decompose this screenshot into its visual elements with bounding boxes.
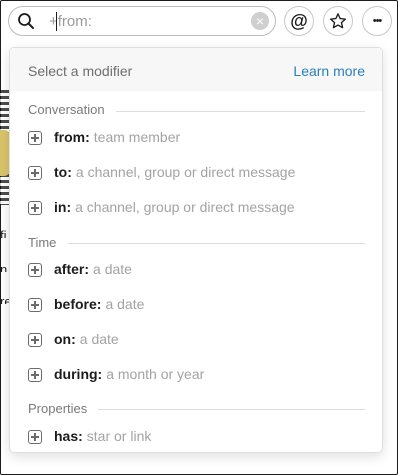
text-cursor — [56, 12, 57, 31]
modifier-hint: team member — [93, 129, 181, 145]
modifier-hint: a channel, group or direct message — [75, 164, 296, 180]
modifier-hint: a date — [79, 331, 119, 347]
modifier-row-has[interactable]: has: star or link — [28, 428, 368, 448]
modifier-key: to: — [54, 164, 72, 180]
starred-items-button[interactable] — [323, 6, 353, 36]
dropdown-title: Select a modifier — [28, 63, 133, 79]
modifier-key: after: — [54, 261, 90, 277]
section-divider — [68, 243, 365, 244]
modifier-key: has: — [54, 428, 83, 444]
plus-square-icon — [28, 263, 42, 277]
section-heading-conversation: Conversation — [28, 102, 105, 117]
modifier-key: on: — [54, 331, 76, 347]
section-heading-time: Time — [28, 235, 57, 250]
modifier-row-from[interactable]: from: team member — [28, 129, 368, 149]
plus-square-icon — [28, 298, 42, 312]
modifier-row-to[interactable]: to: a channel, group or direct message — [28, 164, 368, 184]
modifier-hint: a channel, group or direct message — [75, 199, 295, 215]
plus-square-icon — [28, 430, 42, 444]
mentions-button[interactable]: @ — [284, 6, 314, 36]
modifier-hint: a date — [93, 261, 132, 277]
modifier-key: before: — [54, 296, 102, 312]
modifier-hint: star or link — [86, 428, 152, 444]
modifier-row-on[interactable]: on: a date — [28, 331, 368, 351]
modifier-row-in[interactable]: in: a channel, group or direct message — [28, 199, 368, 219]
modifier-key: in: — [54, 199, 72, 215]
modifier-row-during[interactable]: during: a month or year — [28, 366, 368, 386]
plus-square-icon — [28, 333, 42, 347]
learn-more-link[interactable]: Learn more — [293, 63, 365, 79]
more-options-button[interactable]: ••• — [362, 6, 392, 36]
search-icon — [18, 13, 34, 29]
plus-square-icon — [28, 201, 42, 215]
plus-square-icon — [28, 131, 42, 145]
modifier-hint: a month or year — [106, 366, 205, 382]
modifier-hint: a date — [105, 296, 145, 312]
star-icon — [329, 13, 347, 29]
search-modifier-dropdown: Select a modifier Learn more Conversatio… — [9, 47, 383, 453]
section-heading-properties: Properties — [28, 401, 88, 416]
modifier-row-before[interactable]: before: a date — [28, 296, 368, 316]
search-input[interactable]: +from: × — [8, 6, 276, 36]
modifier-key: from: — [54, 129, 90, 145]
section-divider — [98, 409, 365, 410]
more-icon: ••• — [372, 15, 383, 27]
section-divider — [116, 111, 365, 112]
dropdown-header: Select a modifier Learn more — [10, 48, 382, 91]
clear-search-icon[interactable]: × — [251, 12, 269, 30]
at-sign-icon: @ — [290, 10, 308, 31]
plus-square-icon — [28, 368, 42, 382]
plus-square-icon — [28, 166, 42, 180]
modifier-key: during: — [54, 366, 103, 382]
modifier-row-after[interactable]: after: a date — [28, 261, 368, 281]
